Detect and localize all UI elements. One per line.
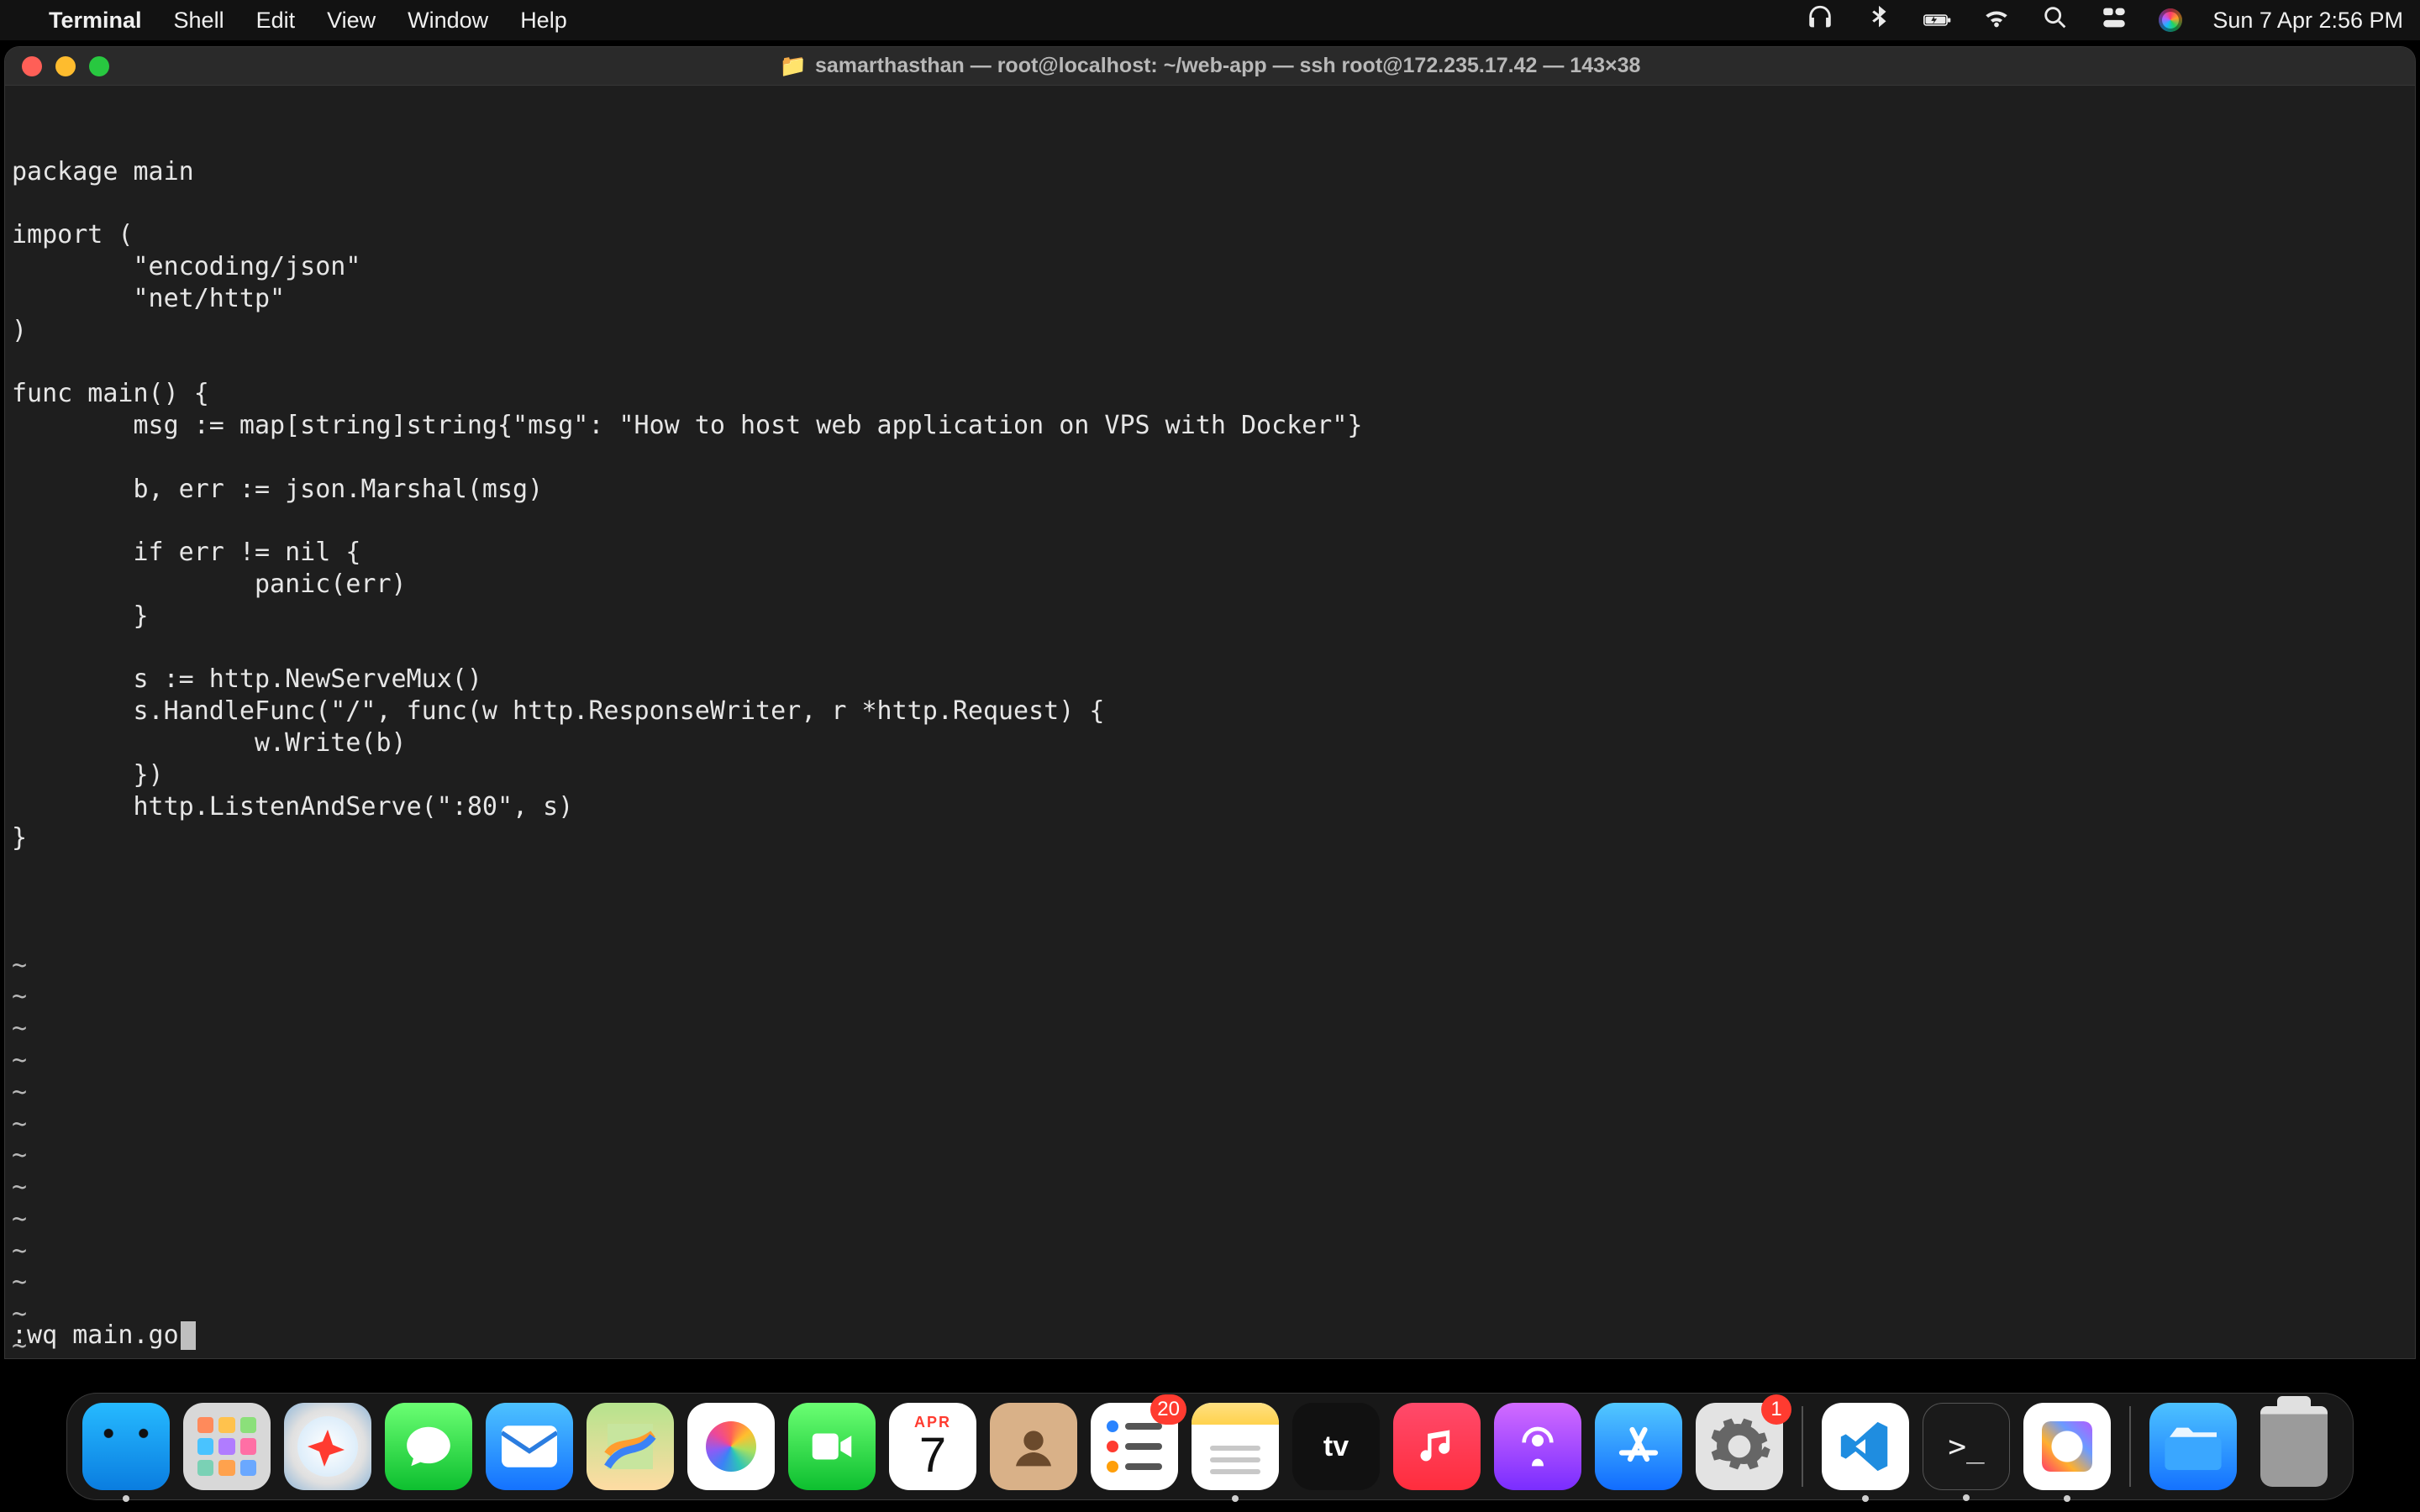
dock-item-appstore[interactable] <box>1595 1403 1682 1490</box>
terminal-body[interactable]: package main import ( "encoding/json" "n… <box>5 86 2415 1358</box>
dock-item-tv[interactable]: tv <box>1292 1403 1380 1490</box>
window-title-text: samarthasthan — root@localhost: ~/web-ap… <box>815 54 1640 78</box>
dock-item-launchpad[interactable] <box>183 1403 271 1490</box>
vim-cursor <box>181 1321 196 1350</box>
menu-edit[interactable]: Edit <box>256 8 296 34</box>
dock-badge-reminders: 20 <box>1150 1394 1186 1425</box>
window-maximize-button[interactable] <box>89 56 109 76</box>
folder-icon: 📁 <box>780 53 807 79</box>
dock-item-safari[interactable] <box>284 1403 371 1490</box>
dock-item-calendar[interactable]: APR7 <box>889 1403 976 1490</box>
dock-item-vscode[interactable] <box>1822 1403 1909 1490</box>
window-titlebar[interactable]: 📁 samarthasthan — root@localhost: ~/web-… <box>5 47 2415 86</box>
dock-running-vscode <box>1862 1495 1869 1502</box>
window-title: 📁 samarthasthan — root@localhost: ~/web-… <box>780 53 1641 79</box>
traffic-lights <box>22 56 109 76</box>
headphones-icon[interactable] <box>1806 3 1834 38</box>
dock-running-terminal <box>1963 1494 1970 1501</box>
menu-view[interactable]: View <box>327 8 376 34</box>
dock-item-reminders[interactable]: 20 <box>1091 1403 1178 1490</box>
dock-separator <box>2129 1406 2131 1487</box>
menu-help[interactable]: Help <box>520 8 567 34</box>
dock-item-notes[interactable] <box>1192 1403 1279 1490</box>
dock-item-photos[interactable] <box>687 1403 775 1490</box>
dock-item-finder[interactable] <box>82 1403 170 1490</box>
dock-item-terminal[interactable]: >_ <box>1923 1403 2010 1490</box>
battery-icon[interactable] <box>1923 6 1952 34</box>
wifi-icon[interactable] <box>1982 3 2011 38</box>
dock-running-arc <box>2064 1495 2070 1502</box>
dock-item-maps[interactable] <box>587 1403 674 1490</box>
menubar-app-name[interactable]: Terminal <box>49 8 142 34</box>
dock-badge-settings: 1 <box>1761 1394 1791 1425</box>
dock-item-mail[interactable] <box>486 1403 573 1490</box>
dock-item-messages[interactable] <box>385 1403 472 1490</box>
menubar-left: Terminal Shell Edit View Window Help <box>17 8 567 34</box>
editor-code: package main import ( "encoding/json" "n… <box>12 156 2408 855</box>
menubar: Terminal Shell Edit View Window Help Sun… <box>0 0 2420 40</box>
calendar-day: 7 <box>919 1431 946 1480</box>
dock-item-facetime[interactable] <box>788 1403 876 1490</box>
spotlight-icon[interactable] <box>2041 3 2070 38</box>
dock-separator <box>1802 1406 1803 1487</box>
dock-running-notes <box>1232 1495 1239 1502</box>
vim-tilde-lines: ~ ~ ~ ~ ~ ~ ~ ~ ~ ~ ~ ~ ~ <box>12 918 2408 1359</box>
vim-command-text: :wq main.go <box>12 1320 179 1352</box>
dock-item-downloads[interactable] <box>2149 1403 2237 1490</box>
dock-item-trash[interactable] <box>2250 1403 2338 1490</box>
window-minimize-button[interactable] <box>55 56 76 76</box>
control-center-icon[interactable] <box>2100 3 2128 38</box>
menubar-right: Sun 7 Apr 2:56 PM <box>1806 3 2403 38</box>
dock-item-music[interactable] <box>1393 1403 1481 1490</box>
dock-item-settings[interactable]: 1 <box>1696 1403 1783 1490</box>
dock-item-contacts[interactable] <box>990 1403 1077 1490</box>
dock-item-podcasts[interactable] <box>1494 1403 1581 1490</box>
menu-window[interactable]: Window <box>408 8 488 34</box>
window-close-button[interactable] <box>22 56 42 76</box>
dock-running-finder <box>123 1495 129 1502</box>
menu-shell[interactable]: Shell <box>174 8 224 34</box>
dock-item-arc[interactable] <box>2023 1403 2111 1490</box>
vim-command-line[interactable]: :wq main.go <box>12 1320 196 1352</box>
siri-icon[interactable] <box>2159 8 2182 32</box>
dock: APR7 20 tv 1 >_ <box>66 1393 2354 1500</box>
bluetooth-icon[interactable] <box>1865 3 1893 38</box>
menubar-datetime[interactable]: Sun 7 Apr 2:56 PM <box>2212 8 2403 34</box>
terminal-window: 📁 samarthasthan — root@localhost: ~/web-… <box>4 46 2416 1359</box>
